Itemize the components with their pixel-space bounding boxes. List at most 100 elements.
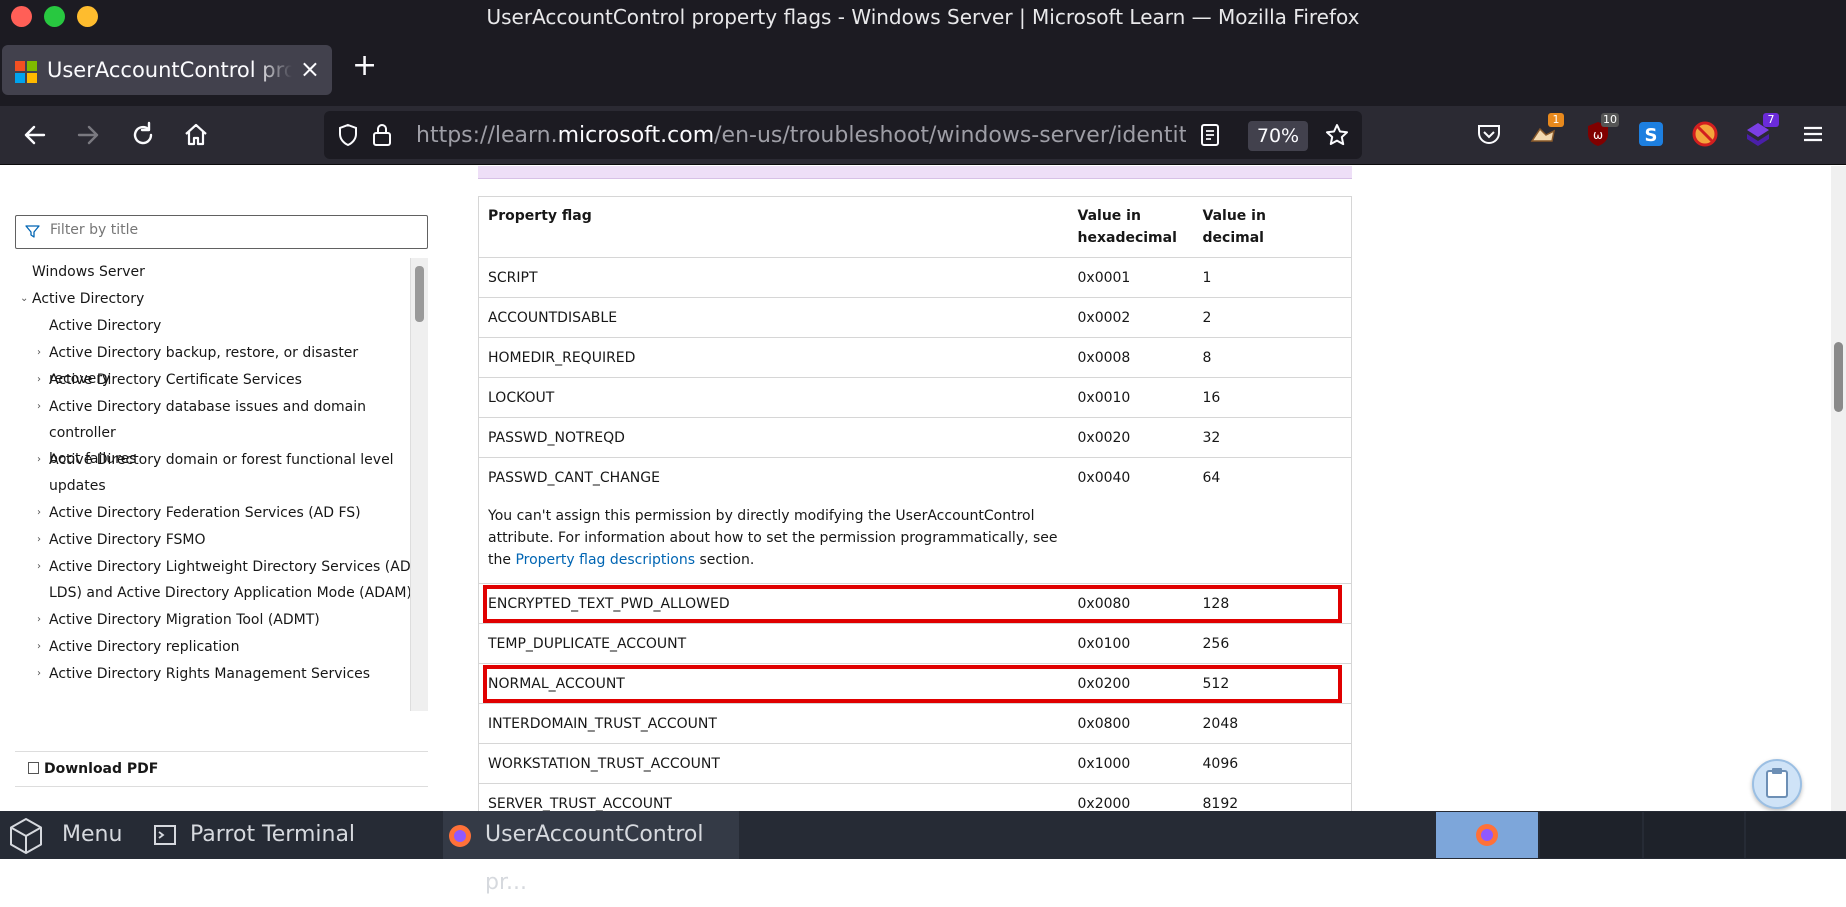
toc-item-label: Active Directory Lightweight Directory S…: [49, 559, 411, 575]
workspace-1-active[interactable]: [1436, 812, 1538, 858]
chevron-right-icon[interactable]: ›: [37, 340, 41, 366]
chevron-down-icon[interactable]: ⌄: [20, 286, 28, 312]
s-extension-icon[interactable]: S: [1636, 119, 1666, 149]
close-tab-icon[interactable]: ×: [300, 55, 320, 83]
taskbar-firefox-item[interactable]: UserAccountControl pr...: [443, 811, 739, 895]
reload-icon[interactable]: [126, 118, 160, 152]
cell-flag: SCRIPT: [478, 257, 1069, 298]
chevron-right-icon[interactable]: ›: [37, 367, 41, 393]
toc-item[interactable]: › Active Directory FSMO: [37, 527, 419, 553]
hamburger-menu-icon[interactable]: [1798, 119, 1828, 149]
toc-item[interactable]: › Active Directory Lightweight Directory …: [37, 554, 419, 606]
home-icon[interactable]: [179, 118, 213, 152]
chevron-right-icon[interactable]: ›: [37, 500, 41, 526]
table-row: NORMAL_ACCOUNT 0x0200 512: [478, 663, 1352, 704]
cell-flag-text: HOMEDIR_REQUIRED: [488, 350, 636, 366]
purple-extension-icon[interactable]: 7: [1743, 113, 1779, 149]
url-path: /en-us/troubleshoot/windows-server/ident…: [714, 123, 1186, 148]
extension-1-icon[interactable]: 1: [1528, 113, 1564, 149]
flag-note-text: section.: [695, 552, 755, 568]
toc-item[interactable]: ⌄ Active Directory: [20, 286, 402, 312]
workspace-2[interactable]: [1540, 812, 1642, 858]
cell-hex: 0x0200: [1068, 663, 1194, 704]
cell-dec-text: 64: [1202, 470, 1221, 486]
taskbar-menu-label[interactable]: Menu: [62, 811, 122, 859]
pocket-icon[interactable]: [1474, 119, 1504, 149]
chevron-right-icon[interactable]: ›: [37, 661, 41, 687]
cell-flag-text: SCRIPT: [488, 270, 538, 286]
property-flag-descriptions-link[interactable]: Property flag descriptions: [515, 552, 695, 568]
address-bar[interactable]: https://learn.microsoft.com/en-us/troubl…: [324, 111, 1362, 159]
cell-hex-text: 0x0080: [1077, 596, 1131, 612]
forward-icon[interactable]: [71, 118, 105, 152]
firefox-icon: [1476, 824, 1498, 846]
toc-item-label: Active Directory Certificate Services: [49, 372, 302, 388]
header-hexadecimal: Value in hexadecimal: [1068, 196, 1194, 258]
toc-item[interactable]: › Active Directory replication: [37, 634, 419, 660]
url-text[interactable]: https://learn.microsoft.com/en-us/troubl…: [416, 123, 1186, 151]
cell-flag: TEMP_DUPLICATE_ACCOUNT: [478, 623, 1069, 664]
download-pdf-label: Download PDF: [44, 761, 159, 777]
cell-hex-text: 0x1000: [1077, 756, 1131, 772]
bookmark-star-icon[interactable]: [1324, 122, 1350, 148]
cell-hex: 0x0800: [1068, 703, 1194, 744]
cell-flag-text: WORKSTATION_TRUST_ACCOUNT: [488, 756, 720, 772]
lock-icon[interactable]: [370, 122, 394, 148]
blocked-extension-icon[interactable]: [1690, 119, 1720, 149]
table-row: ACCOUNTDISABLE 0x0002 2: [478, 297, 1352, 338]
chevron-right-icon[interactable]: ›: [37, 527, 41, 553]
toc-item[interactable]: Windows Server: [32, 259, 402, 285]
cell-flag: PASSWD_CANT_CHANGE You can't assign this …: [478, 457, 1069, 584]
cell-hex: 0x0020: [1068, 417, 1194, 458]
new-tab-button[interactable]: +: [352, 51, 377, 81]
cell-hex: 0x2000: [1068, 783, 1194, 811]
toc-item-label: Active Directory domain or forest functi…: [49, 452, 394, 468]
workspace-4[interactable]: [1746, 812, 1846, 858]
table-of-contents: Windows Server ⌄ Active Directory Active Di…: [15, 258, 428, 711]
table-row: SCRIPT 0x0001 1: [478, 257, 1352, 298]
cell-dec-text: 2048: [1202, 716, 1239, 732]
chevron-right-icon[interactable]: ›: [37, 607, 41, 633]
toc-item[interactable]: › Active Directory domain or forest funct…: [37, 447, 419, 499]
toc-item[interactable]: › Active Directory Certificate Services: [37, 367, 419, 393]
cell-hex: 0x0008: [1068, 337, 1194, 378]
taskbar-firefox-label: UserAccountControl pr...: [485, 822, 704, 895]
cell-flag-text: LOCKOUT: [488, 390, 555, 406]
reader-view-icon[interactable]: [1199, 123, 1221, 147]
toc-scrollbar[interactable]: [410, 258, 428, 711]
clipboard-icon[interactable]: [1752, 759, 1802, 809]
header-decimal: Value in decimal: [1193, 196, 1352, 258]
toc-scrollbar-thumb[interactable]: [415, 266, 424, 322]
tracking-shield-icon[interactable]: [336, 123, 360, 147]
table-row: SERVER_TRUST_ACCOUNT 0x2000 8192: [478, 783, 1352, 811]
toc-item[interactable]: › Active Directory Federation Services (A…: [37, 500, 419, 526]
chevron-right-icon[interactable]: ›: [37, 447, 41, 473]
divider: [15, 786, 428, 787]
cell-flag: INTERDOMAIN_TRUST_ACCOUNT: [478, 703, 1069, 744]
cell-dec-text: 256: [1202, 636, 1230, 652]
page-scrollbar[interactable]: [1831, 166, 1846, 811]
workspace-3[interactable]: [1644, 812, 1744, 858]
chevron-right-icon[interactable]: ›: [37, 554, 41, 580]
zoom-level-button[interactable]: 70%: [1248, 121, 1308, 151]
toc-filter[interactable]: [15, 215, 428, 249]
parrot-menu-icon[interactable]: [6, 816, 46, 856]
toc-item[interactable]: Active Directory: [49, 313, 419, 339]
page-scrollbar-thumb[interactable]: [1834, 342, 1843, 412]
download-pdf-link[interactable]: Download PDF: [28, 761, 158, 777]
filter-input[interactable]: [50, 222, 410, 238]
tab-label: UserAccountControl property flags - Wind…: [47, 58, 292, 82]
chevron-right-icon[interactable]: ›: [37, 394, 41, 420]
chevron-right-icon[interactable]: ›: [37, 634, 41, 660]
tab-strip: UserAccountControl property flags - Wind…: [0, 34, 1846, 106]
tab-useraccountcontrol[interactable]: UserAccountControl property flags - Wind…: [2, 45, 332, 95]
back-icon[interactable]: [18, 118, 52, 152]
toc-item-label: Windows Server: [32, 264, 145, 280]
toc-item[interactable]: › Active Directory Rights Management Serv…: [37, 661, 419, 687]
cell-flag: LOCKOUT: [478, 377, 1069, 418]
toc-item-label: Active Directory Federation Services (AD…: [49, 505, 361, 521]
flag-note: You can't assign this permission by dire…: [488, 505, 1060, 571]
ublock-icon[interactable]: ω 10: [1583, 113, 1619, 149]
taskbar-terminal[interactable]: Parrot Terminal: [190, 811, 355, 859]
toc-item[interactable]: › Active Directory Migration Tool (ADMT): [37, 607, 419, 633]
